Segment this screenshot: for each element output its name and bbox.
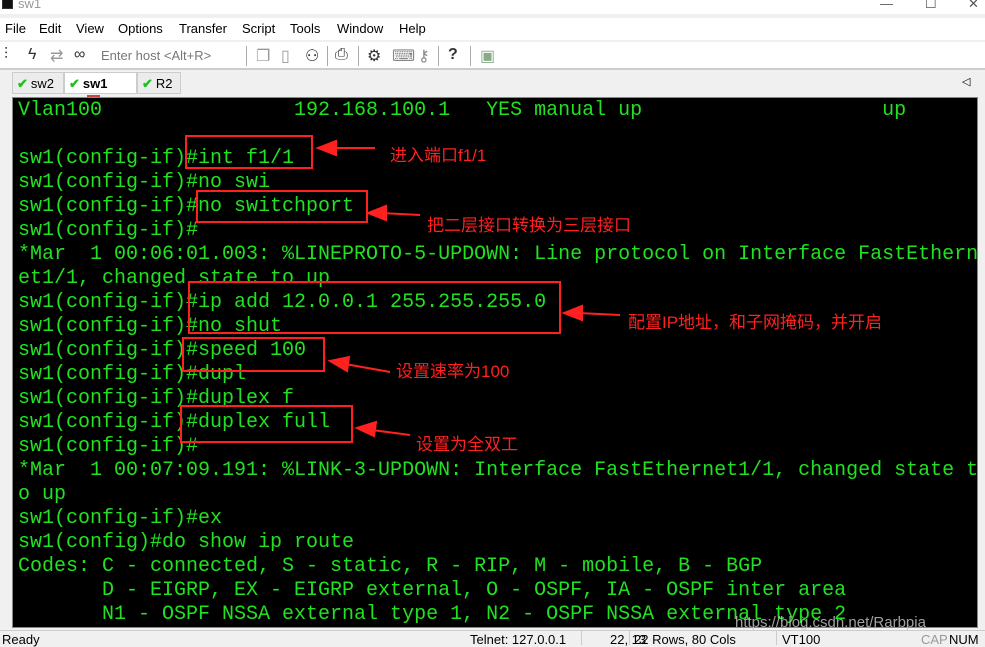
key-icon[interactable]: ⚷	[418, 46, 430, 66]
check-icon: ✔	[69, 76, 80, 91]
menu-help[interactable]: Help	[399, 21, 426, 36]
menu-file[interactable]: File	[5, 21, 26, 36]
terminal-line: Codes: C - connected, S - static, R - RI…	[18, 555, 763, 578]
scrollbar[interactable]	[978, 97, 985, 628]
terminal-line: *Mar 1 00:07:09.191: %LINK-3-UPDOWN: Int…	[18, 459, 978, 482]
lightning-icon[interactable]: ϟ	[28, 46, 36, 64]
sftp-icon[interactable]: ▣	[480, 46, 495, 66]
help-icon[interactable]: ?	[448, 46, 458, 64]
status-emulation: VT100	[782, 632, 821, 647]
toolbar: ⫶ ϟ ⇄ ∞ Enter host <Alt+R> ❐ ▯ ⚇ ⎙ ⚙ ⌨ ⚷…	[0, 42, 985, 70]
menu-transfer[interactable]: Transfer	[179, 21, 227, 36]
minimize-button[interactable]: —	[880, 0, 893, 11]
keymap-icon[interactable]: ⌨	[392, 46, 415, 66]
close-button[interactable]: ✕	[968, 0, 979, 12]
tab-scroll-icon[interactable]: ◁	[962, 75, 970, 88]
highlight-box	[180, 405, 353, 443]
terminal-line: sw1(config)#do show ip route	[18, 531, 355, 554]
session-tabs: ✔sw2 ✔sw1x ✔R2 ◁	[0, 72, 985, 108]
host-input[interactable]: Enter host <Alt+R>	[101, 48, 211, 63]
tab-sw1[interactable]: ✔sw1x	[64, 72, 137, 108]
menu-tools[interactable]: Tools	[290, 21, 320, 36]
menu-window[interactable]: Window	[337, 21, 383, 36]
highlight-box	[196, 190, 368, 223]
menu-script[interactable]: Script	[242, 21, 275, 36]
terminal-line: Vlan100 192.168.100.1 YES manual up up	[18, 99, 907, 122]
status-num: NUM	[949, 632, 979, 647]
menu-options[interactable]: Options	[118, 21, 163, 36]
tab-sw2[interactable]: ✔ sw2	[12, 72, 64, 94]
watermark: https://blog.csdn.net/Rarbpia	[735, 614, 926, 631]
highlight-box	[185, 135, 313, 169]
app-icon	[2, 0, 13, 9]
menu-edit[interactable]: Edit	[39, 21, 61, 36]
terminal-line: *Mar 1 00:06:01.003: %LINEPROTO-5-UPDOWN…	[18, 243, 978, 266]
paste-icon[interactable]: ▯	[281, 46, 290, 66]
status-size: 22 Rows, 80 Cols	[634, 632, 736, 647]
status-ready: Ready	[2, 632, 40, 647]
annotation-text: 设置速率为100	[396, 362, 510, 381]
menu-view[interactable]: View	[76, 21, 104, 36]
terminal-line: sw1(config-if)#	[18, 219, 199, 242]
menu-bar: File Edit View Options Transfer Script T…	[0, 18, 985, 40]
terminal-line: o up	[18, 483, 67, 506]
title-bar: sw1 — ☐ ✕	[0, 0, 985, 14]
find-icon[interactable]: ⚇	[305, 46, 319, 66]
reconnect-icon[interactable]: ⇄	[50, 46, 63, 66]
maximize-button[interactable]: ☐	[925, 0, 937, 12]
annotation-text: 把二层接口转换为三层接口	[427, 216, 631, 235]
highlight-box	[182, 337, 325, 372]
status-cap: CAP	[921, 632, 948, 647]
tab-r2[interactable]: ✔ R2	[137, 72, 181, 94]
terminal-line: D - EIGRP, EX - EIGRP external, O - OSPF…	[18, 579, 847, 602]
status-connection: Telnet: 127.0.0.1	[470, 632, 567, 647]
annotation-text: 设置为全双工	[416, 435, 518, 454]
print-icon[interactable]: ⎙	[335, 46, 348, 64]
settings-icon[interactable]: ⚙	[367, 46, 381, 66]
check-icon: ✔	[17, 76, 28, 91]
terminal-line: sw1(config-if)#	[18, 435, 199, 458]
annotation-text: 配置IP地址，和子网掩码，并开启	[628, 313, 883, 332]
window-title: sw1	[18, 0, 42, 11]
copy-icon[interactable]: ❐	[256, 46, 270, 66]
terminal-line: sw1(config-if)#ex	[18, 507, 223, 530]
disconnect-icon[interactable]: ∞	[74, 46, 85, 64]
highlight-box	[188, 281, 561, 334]
connect-icon[interactable]: ⫶	[4, 46, 8, 64]
annotation-text: 进入端口f1/1	[390, 146, 487, 165]
status-bar: Ready Telnet: 127.0.0.1 22, 13 22 Rows, …	[0, 630, 985, 647]
terminal-line: N1 - OSPF NSSA external type 1, N2 - OSP…	[18, 603, 847, 626]
check-icon: ✔	[142, 76, 153, 91]
